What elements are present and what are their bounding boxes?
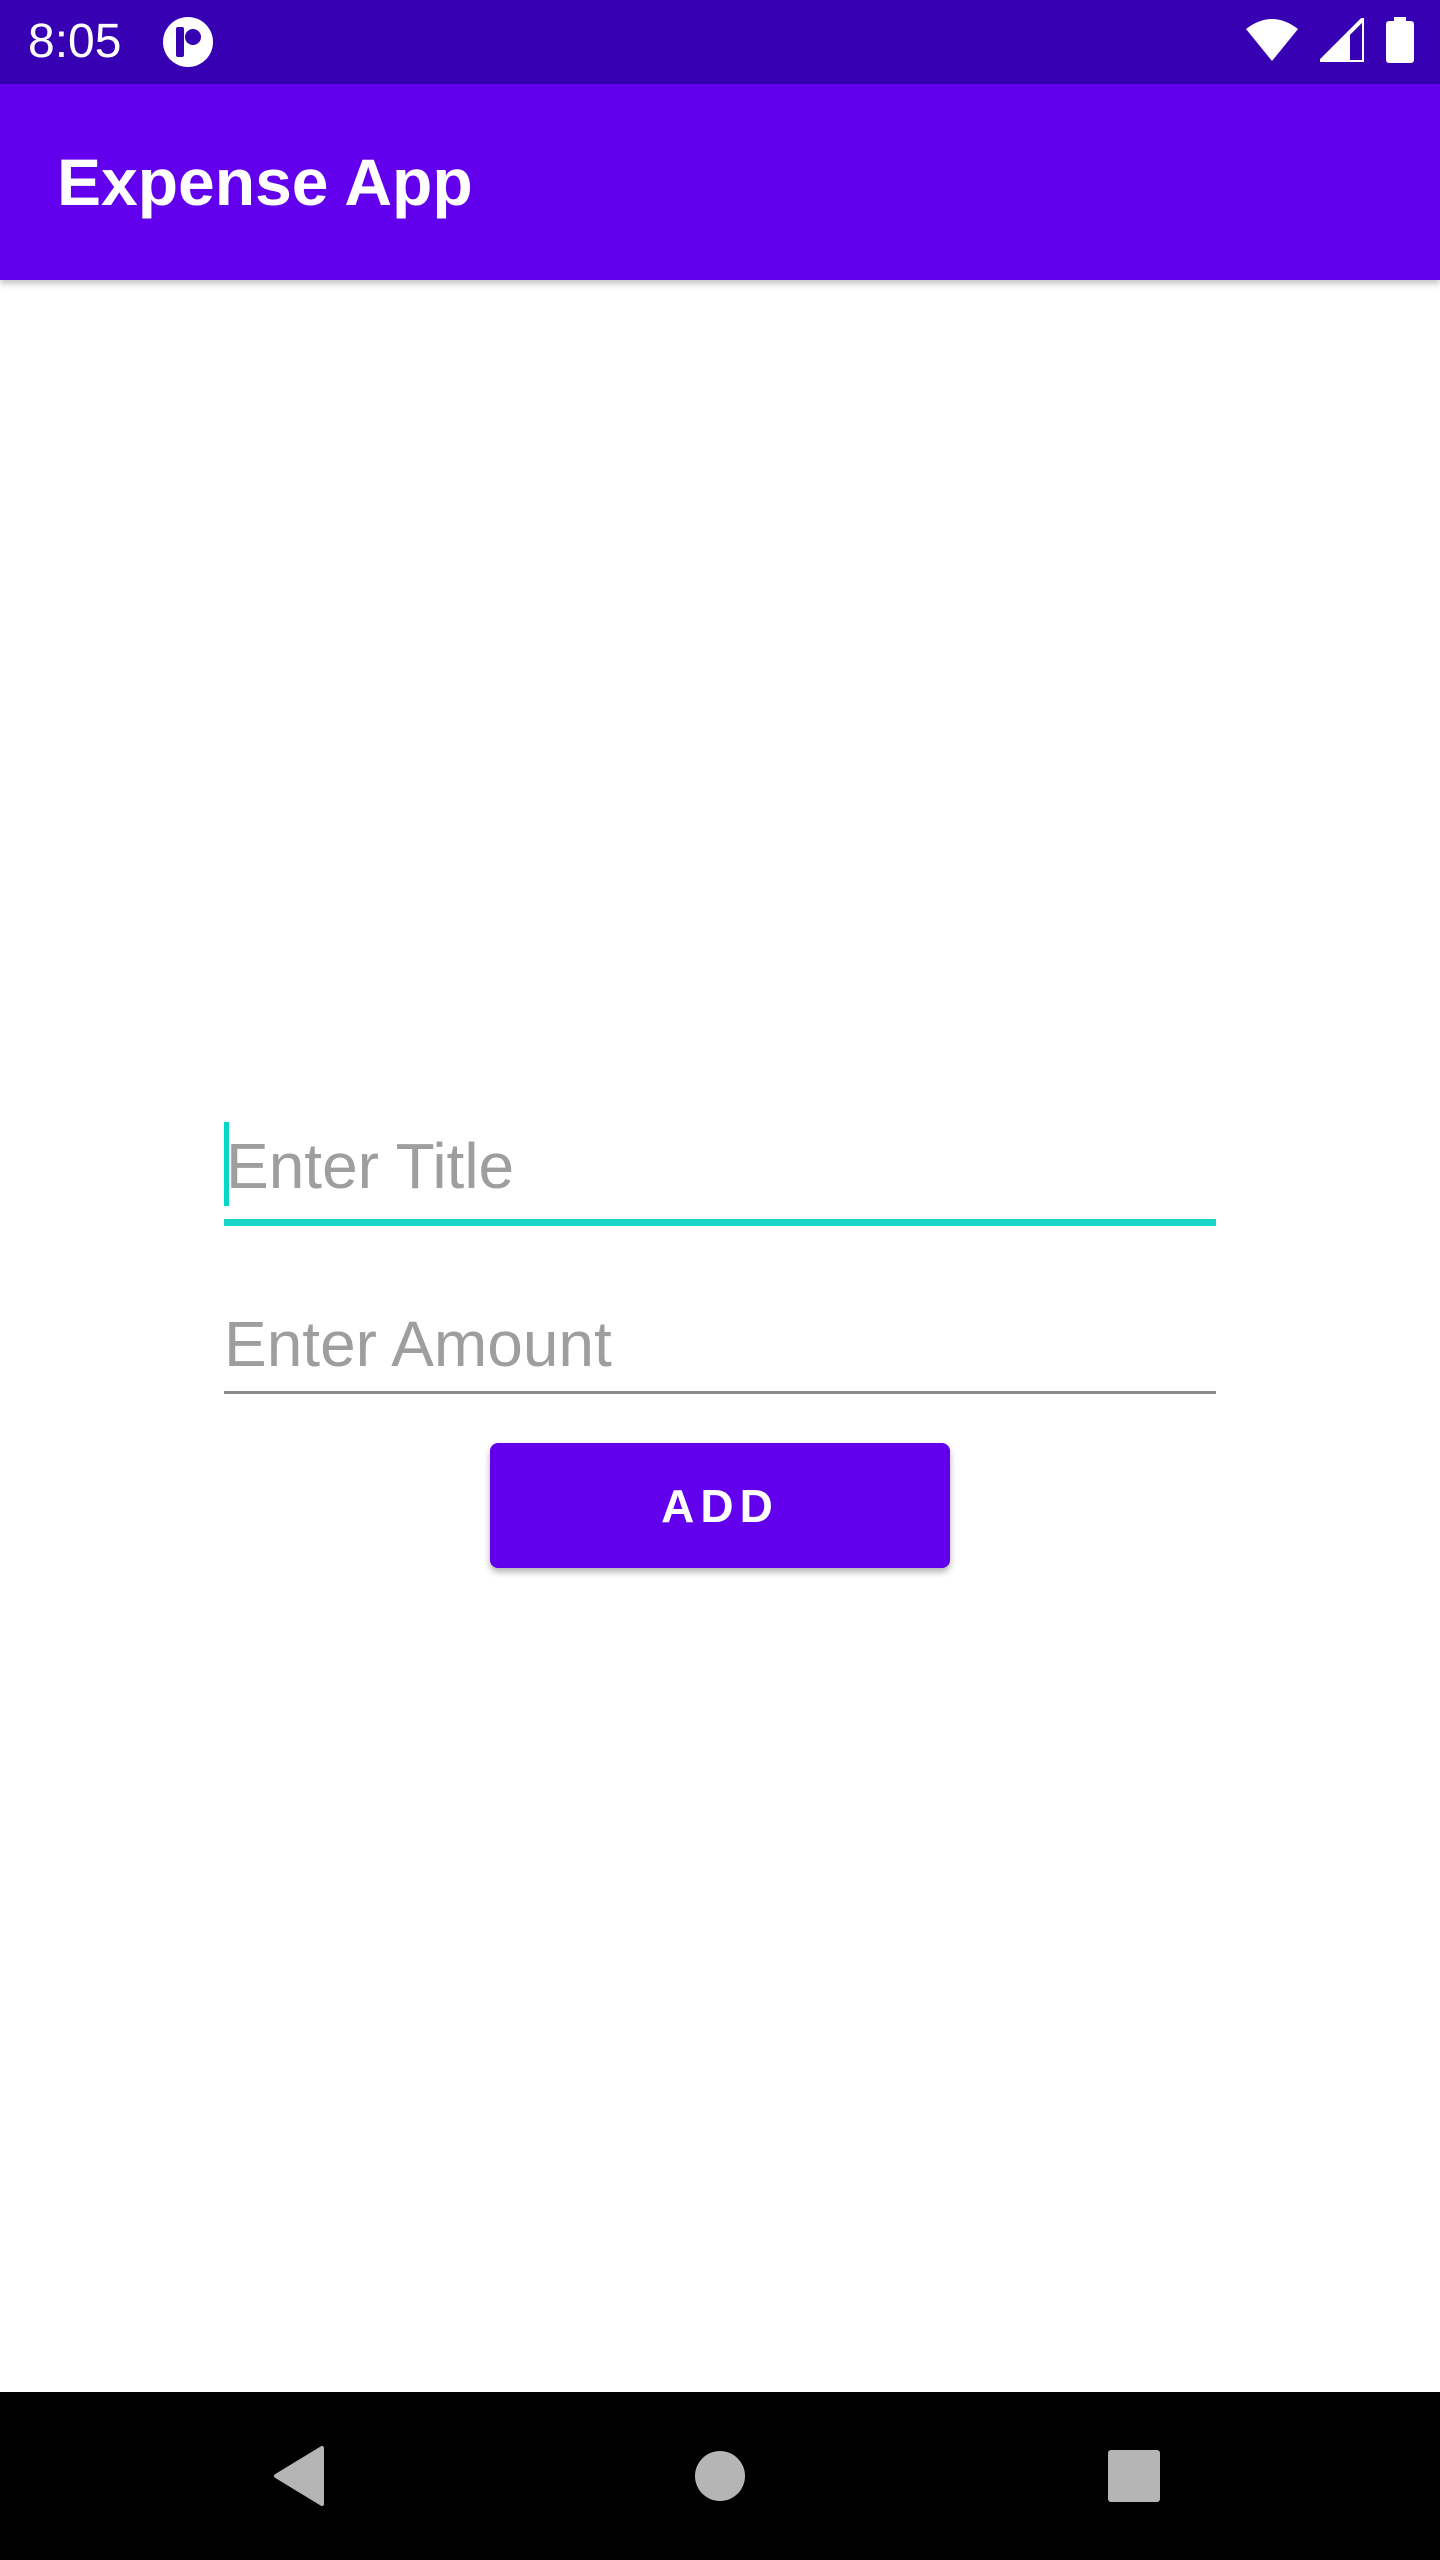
text-cursor: [224, 1122, 229, 1206]
home-button[interactable]: [620, 2392, 820, 2560]
status-time: 8:05: [28, 15, 122, 68]
app-title: Expense App: [57, 145, 473, 219]
screen: 8:05 Expense App Enter Title Enter Amoun…: [0, 0, 1440, 2560]
home-icon: [695, 2451, 745, 2501]
back-button[interactable]: [200, 2392, 400, 2560]
title-underline-focused: [224, 1219, 1216, 1226]
amount-input[interactable]: [224, 1300, 1216, 1388]
navigation-bar: [0, 2392, 1440, 2560]
status-bar: 8:05: [0, 0, 1440, 84]
title-input[interactable]: [224, 1120, 1218, 1212]
title-field[interactable]: [224, 1120, 1218, 1226]
amount-underline: [224, 1391, 1216, 1394]
app-notification-icon: [162, 16, 214, 68]
add-button[interactable]: ADD: [490, 1443, 950, 1568]
cellular-signal-icon: [1315, 12, 1366, 67]
status-icons: [1246, 12, 1414, 68]
app-bar: Expense App: [0, 84, 1440, 280]
wifi-icon: [1246, 18, 1298, 66]
recents-icon: [1108, 2450, 1160, 2502]
amount-field[interactable]: [224, 1300, 1216, 1396]
recents-button[interactable]: [1034, 2392, 1234, 2560]
back-icon: [274, 2446, 324, 2506]
battery-icon: [1386, 16, 1414, 68]
